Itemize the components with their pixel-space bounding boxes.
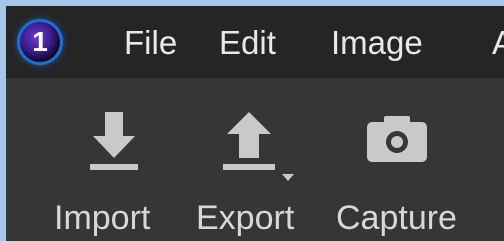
menu-file[interactable]: File — [124, 21, 177, 65]
window-frame: 1 File Edit Image A Import Export Captur… — [0, 0, 504, 241]
import-label: Import — [54, 199, 151, 237]
menu-image[interactable]: Image — [331, 21, 423, 65]
logo-glyph: 1 — [32, 26, 48, 57]
dropdown-caret-icon — [282, 174, 294, 181]
export-icon — [223, 112, 294, 181]
export-label: Export — [196, 199, 295, 237]
camera-icon — [367, 116, 427, 162]
capture-label: Capture — [336, 199, 457, 237]
menu-bar: 1 File Edit Image A — [6, 6, 504, 78]
menu-truncated[interactable]: A — [492, 21, 504, 65]
application-window: 1 File Edit Image A Import Export Captur… — [6, 6, 504, 241]
app-logo-icon[interactable]: 1 — [20, 22, 60, 62]
import-icon — [90, 112, 138, 170]
menu-edit[interactable]: Edit — [219, 21, 276, 65]
